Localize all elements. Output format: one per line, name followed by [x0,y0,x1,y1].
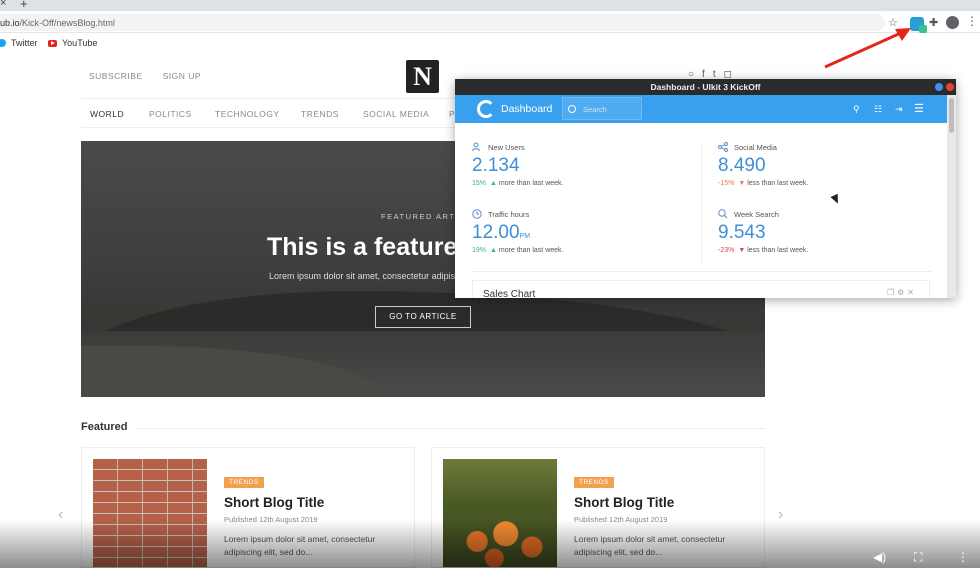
youtube-icon [48,39,57,47]
tab-strip: × + [0,0,980,11]
hero-subtitle: Lorem ipsum dolor sit amet, consectetur … [269,271,460,281]
close-window-icon[interactable] [946,83,954,91]
stat-value: 2.134 [472,155,520,176]
new-tab-icon[interactable]: + [20,0,28,11]
site-logo[interactable]: N [406,60,439,93]
stat-label: Week Search [734,210,779,219]
browser-menu-icon[interactable]: ⋮ [966,14,978,28]
bookmark-twitter[interactable]: Twitter [0,38,38,48]
card-title[interactable]: Short Blog Title [224,495,324,510]
stat-value: 8.490 [718,155,766,176]
subscribe-link[interactable]: SUBSCRIBE [89,71,143,81]
stat-label: Traffic hours [488,210,530,219]
sales-chart-panel: Sales Chart ❐⚙✕ [472,280,930,298]
nav-technology[interactable]: TECHNOLOGY [215,109,280,119]
featured-divider [137,428,765,429]
copy-icon[interactable]: ❐ [887,288,897,297]
dashboard-search-input[interactable] [583,102,639,116]
popup-title[interactable]: Dashboard - UIkit 3 KickOff [455,79,956,95]
hamburger-menu-icon[interactable]: ☰ [914,102,924,115]
stat-traffic-hours: Traffic hours 12.00PM 19% ▲ more than las… [472,209,672,272]
url-host: ub.io [0,18,20,28]
blog-card[interactable]: TRENDS Short Blog Title Published 12th A… [81,447,415,568]
dashboard-brand[interactable]: Dashboard [501,103,552,115]
sign-up-link[interactable]: SIGN UP [163,71,201,81]
card-title[interactable]: Short Blog Title [574,495,674,510]
stats-divider-horizontal [472,271,932,272]
close-tab-icon[interactable]: × [0,0,6,9]
stats-divider-vertical [701,143,702,263]
clock-icon [472,209,482,219]
carousel-prev-icon[interactable]: ‹ [58,506,63,524]
bookmark-youtube[interactable]: YouTube [48,38,97,48]
dashboard-body: New Users 2.134 15% ▲ more than last week… [455,123,947,298]
blog-card[interactable]: TRENDS Short Blog Title Published 12th A… [431,447,765,568]
red-arrow-annotation-icon [824,28,911,69]
nav-politics[interactable]: POLITICS [149,109,192,119]
dashboard-popup-window: Dashboard - UIkit 3 KickOff Dashboard ⚲ … [455,79,956,298]
stat-label: Social Media [734,143,777,152]
twitter-icon [0,39,6,47]
sign-out-icon[interactable]: ⇥ [895,104,903,115]
category-badge[interactable]: TRENDS [224,477,264,488]
card-date: Published 12th August 2019 [574,515,668,524]
hero-title: This is a featured [267,233,473,261]
bookmark-label: YouTube [62,38,98,48]
users-icon [472,142,480,152]
card-image-tulips[interactable] [443,459,557,567]
settings-sliders-icon[interactable]: ☷ [874,104,882,115]
gear-icon[interactable]: ⚙ [897,288,907,297]
panel-tools: ❐⚙✕ [887,288,917,297]
popup-scrollbar-thumb[interactable] [949,98,954,133]
hero-kicker: FEATURED ARTIC [381,212,466,221]
volume-icon[interactable]: ◀) [873,550,886,564]
stat-social-media: Social Media 8.490 -15% ▼ less than last … [718,142,918,205]
stat-delta: -23% ▼ less than last week. [718,247,809,254]
nav-world[interactable]: WORLD [90,109,124,119]
stat-delta: -15% ▼ less than last week. [718,180,809,187]
url-field[interactable]: ub.io/Kick-Off/newsBlog.html [0,14,885,31]
card-date: Published 12th August 2019 [224,515,318,524]
video-menu-icon[interactable]: ⋮ [957,550,969,564]
top-links: SUBSCRIBE SIGN UP [89,71,201,81]
card-excerpt: Lorem ipsum dolor sit amet, consectetur … [224,534,376,557]
card-excerpt: Lorem ipsum dolor sit amet, consectetur … [574,534,726,557]
nav-social-media[interactable]: SOCIAL MEDIA [363,109,429,119]
category-badge[interactable]: TRENDS [574,477,614,488]
go-to-article-button[interactable]: GO TO ARTICLE [375,306,471,328]
stat-value: 12.00PM [472,222,531,243]
search-icon [718,209,728,219]
stat-delta: 15% ▲ more than last week. [472,180,564,187]
url-path: /Kick-Off/newsBlog.html [19,18,115,28]
stat-week-search: Week Search 9.543 -23% ▼ less than last w… [718,209,918,272]
stat-delta: 19% ▲ more than last week. [472,247,564,254]
fullscreen-icon[interactable]: ⛶ [914,550,922,565]
sales-chart-title: Sales Chart [483,289,536,298]
stat-value: 9.543 [718,222,766,243]
extensions-puzzle-icon[interactable]: ✚ [929,16,938,29]
featured-heading: Featured [81,421,128,433]
search-icon [568,105,576,113]
share-icon [718,142,728,152]
dashboard-header: Dashboard ⚲ ☷ ⇥ ☰ [455,95,947,123]
user-icon[interactable]: ⚲ [853,104,860,115]
stat-label: New Users [488,143,525,152]
maximize-window-icon[interactable] [935,83,943,91]
stat-new-users: New Users 2.134 15% ▲ more than last week… [472,142,672,205]
card-image-brick[interactable] [93,459,207,567]
profile-avatar-icon[interactable] [946,16,959,29]
nav-trends[interactable]: TRENDS [301,109,339,119]
dashboard-logo-icon[interactable] [477,100,495,118]
close-icon[interactable]: ✕ [907,288,917,297]
carousel-next-icon[interactable]: › [778,506,783,524]
bookmark-label: Twitter [11,38,38,48]
